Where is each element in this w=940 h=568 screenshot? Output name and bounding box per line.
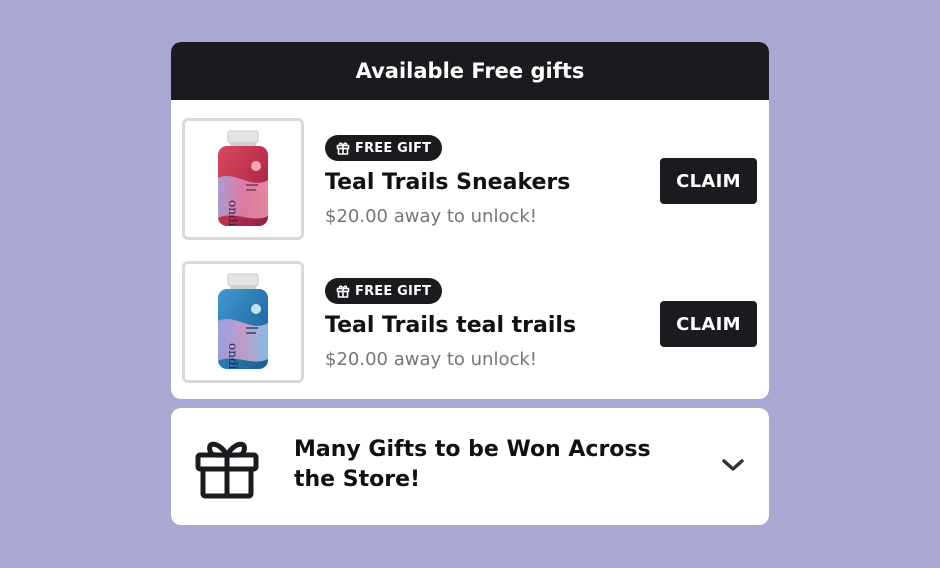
gift-icon	[336, 285, 350, 298]
panel-title: Available Free gifts	[355, 59, 585, 83]
claim-button[interactable]: CLAIM	[660, 158, 757, 204]
gift-item: ondi FREE GIFT Teal Trails teal trails $…	[171, 261, 769, 389]
svg-text:ondi: ondi	[226, 343, 240, 370]
badge-label: FREE GIFT	[355, 140, 432, 156]
supplement-bottle-icon: ondi	[218, 273, 268, 370]
panel-header: Available Free gifts	[171, 42, 769, 100]
badge-label: FREE GIFT	[355, 283, 432, 299]
gift-name: Teal Trails teal trails	[325, 313, 577, 338]
gift-icon	[336, 142, 350, 155]
claim-button[interactable]: CLAIM	[660, 301, 757, 347]
gift-icon	[195, 441, 259, 499]
gift-name: Teal Trails Sneakers	[325, 170, 571, 195]
supplement-bottle-icon: ondi	[218, 130, 268, 227]
chevron-down-icon[interactable]	[720, 457, 746, 473]
free-gifts-panel: Available Free gifts ondi FREE GIFT Teal…	[171, 42, 769, 399]
gift-unlock-status: $20.00 away to unlock!	[325, 349, 538, 370]
free-gift-badge: FREE GIFT	[325, 135, 443, 161]
gift-thumbnail: ondi	[182, 261, 304, 383]
free-gift-badge: FREE GIFT	[325, 278, 443, 304]
gift-thumbnail: ondi	[182, 118, 304, 240]
promo-text: Many Gifts to be Won Across the Store!	[294, 437, 651, 492]
svg-text:ondi: ondi	[226, 200, 240, 227]
gift-unlock-status: $20.00 away to unlock!	[325, 206, 538, 227]
gift-item: ondi FREE GIFT Teal Trails Sneakers $20.…	[171, 118, 769, 246]
promo-card[interactable]: Many Gifts to be Won Across the Store!	[171, 408, 769, 525]
